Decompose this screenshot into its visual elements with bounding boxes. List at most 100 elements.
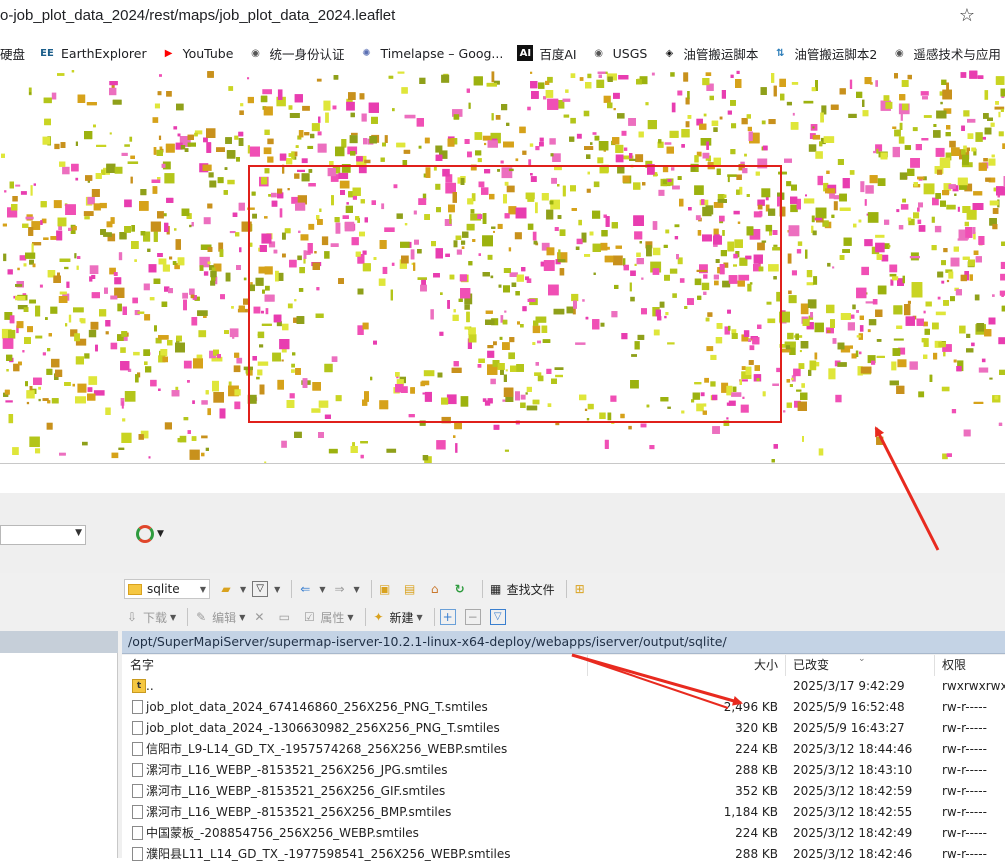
bookmark-item[interactable]: EEEarthExplorer	[39, 45, 147, 61]
bookmark-star-icon[interactable]: ☆	[959, 5, 975, 26]
root-directory-button[interactable]: ▤	[402, 581, 421, 597]
land-parcel	[135, 374, 139, 382]
land-parcel	[154, 279, 161, 284]
parent-dir-icon: t	[132, 679, 146, 693]
edit-button[interactable]: ✎编辑▼	[193, 609, 245, 626]
bookmark-item[interactable]: ▶YouTube	[161, 45, 234, 61]
land-parcel	[386, 449, 396, 453]
land-parcel	[104, 288, 108, 294]
remote-path-bar[interactable]: /opt/SuperMapiServer/supermap-iserver-10…	[122, 631, 1005, 654]
land-parcel	[134, 259, 136, 261]
land-parcel	[815, 353, 818, 360]
land-parcel	[178, 257, 185, 265]
land-parcel	[152, 180, 161, 184]
file-row[interactable]: 信阳市_L9-L14_GD_TX_-1957574268_256X256_WEB…	[122, 739, 1005, 760]
land-parcel	[31, 185, 33, 195]
sort-indicator-icon: ⌄	[858, 649, 866, 670]
file-row[interactable]: job_plot_data_2024_674146860_256X256_PNG…	[122, 697, 1005, 718]
land-parcel	[247, 77, 249, 79]
land-parcel	[183, 300, 187, 311]
land-parcel	[236, 358, 242, 364]
filter-select-button[interactable]: ▽	[490, 609, 509, 625]
url-text[interactable]: o-job_plot_data_2024/rest/maps/job_plot_…	[0, 7, 395, 24]
land-parcel	[27, 402, 29, 404]
column-name-header[interactable]: 名字	[130, 655, 154, 676]
land-parcel	[992, 224, 997, 229]
land-parcel	[417, 118, 424, 127]
bookmark-item[interactable]: ◉统一身份认证	[247, 44, 344, 63]
chevron-down-icon[interactable]: ▼	[75, 528, 82, 538]
rename-button[interactable]: ▭	[276, 609, 295, 625]
file-row[interactable]: t..2025/3/17 9:42:29rwxrwxrwx	[122, 676, 1005, 697]
column-modified-header[interactable]: 已改变	[793, 655, 829, 676]
local-files-pane[interactable]	[0, 631, 118, 858]
land-parcel	[923, 355, 927, 359]
toolbar-separator	[187, 608, 188, 626]
file-row[interactable]: 漯河市_L16_WEBP_-8153521_256X256_JPG.smtile…	[122, 760, 1005, 781]
land-parcel	[975, 295, 980, 301]
column-perms-header[interactable]: 权限	[942, 655, 966, 676]
land-parcel	[405, 115, 416, 118]
unselect-all-button[interactable]: −	[465, 609, 484, 625]
refresh-button[interactable]: ↻	[452, 581, 471, 597]
forward-button[interactable]: ⇒▼	[331, 581, 359, 597]
land-parcel	[937, 272, 943, 278]
land-parcel	[940, 158, 950, 168]
bookmark-item[interactable]: ◈油管搬运脚本	[661, 44, 758, 63]
select-all-button[interactable]: +	[440, 609, 459, 625]
folder-select[interactable]: sqlite ▼	[124, 579, 210, 599]
land-parcel	[975, 132, 982, 142]
file-size: 352 KB	[735, 781, 778, 802]
find-files-button[interactable]: ▦查找文件	[488, 581, 555, 598]
land-parcel	[790, 197, 797, 204]
file-row[interactable]: 漯河市_L16_WEBP_-8153521_256X256_BMP.smtile…	[122, 802, 1005, 823]
bookmark-item[interactable]: 硬盘	[0, 44, 25, 63]
land-parcel	[688, 115, 692, 119]
map-view[interactable]	[0, 70, 1005, 463]
bookmark-item[interactable]: AI百度AI	[517, 44, 576, 63]
bookmark-item[interactable]: ✺Timelapse – Goog...	[358, 45, 503, 61]
open-directory-button[interactable]: ▰▼	[218, 581, 246, 597]
land-parcel	[599, 75, 602, 78]
file-row[interactable]: job_plot_data_2024_-1306630982_256X256_P…	[122, 718, 1005, 739]
land-parcel	[204, 271, 208, 275]
back-button[interactable]: ⇐▼	[297, 581, 325, 597]
home-button[interactable]: ⌂	[427, 581, 446, 597]
parent-directory-button[interactable]: ▣	[377, 581, 396, 597]
address-bar[interactable]: o-job_plot_data_2024/rest/maps/job_plot_…	[0, 0, 1005, 36]
new-button[interactable]: ✦新建▼	[371, 609, 423, 626]
bookmark-item[interactable]: ◉USGS	[591, 45, 648, 61]
land-parcel	[815, 323, 824, 332]
land-parcel	[278, 89, 283, 100]
file-perms: rw-r-----	[942, 844, 987, 865]
land-parcel	[317, 79, 322, 82]
bookmark-item[interactable]: ◉遥感技术与应用	[891, 44, 1001, 63]
delete-button[interactable]: ✕	[251, 609, 270, 625]
download-button[interactable]: ⇩下载▼	[124, 609, 176, 626]
tree-toggle-button[interactable]: ⊞	[572, 581, 591, 597]
column-size-header[interactable]: 大小	[754, 655, 778, 676]
land-parcel	[892, 276, 898, 280]
land-parcel	[290, 113, 300, 118]
file-row[interactable]: 中国蒙板_-208854756_256X256_WEBP.smtiles224 …	[122, 823, 1005, 844]
filter-button[interactable]: ▽▼	[252, 581, 280, 597]
land-parcel	[157, 177, 160, 179]
synchronize-button[interactable]: ▼	[136, 525, 164, 543]
land-parcel	[996, 186, 1005, 195]
file-icon	[132, 742, 143, 756]
land-parcel	[1, 154, 5, 158]
file-row[interactable]: 漯河市_L16_WEBP_-8153521_256X256_GIF.smtile…	[122, 781, 1005, 802]
land-parcel	[844, 238, 852, 246]
file-row[interactable]: 濮阳县L11_L14_GD_TX_-1977598541_256X256_WEB…	[122, 844, 1005, 865]
land-parcel	[938, 342, 946, 347]
land-parcel	[318, 144, 327, 153]
globe-icon: ◉	[247, 45, 263, 61]
properties-button[interactable]: ☑属性▼	[301, 609, 353, 626]
land-parcel	[191, 317, 197, 326]
session-combo[interactable]: ▼	[0, 525, 86, 545]
bookmark-item[interactable]: ⇅油管搬运脚本2	[772, 44, 877, 63]
remote-file-list[interactable]: 名字 大小 已改变 ⌄ 权限 t..2025/3/17 9:42:29rwxrw…	[122, 655, 1005, 858]
land-parcel	[267, 139, 273, 144]
land-parcel	[436, 440, 445, 449]
land-parcel	[804, 198, 814, 203]
